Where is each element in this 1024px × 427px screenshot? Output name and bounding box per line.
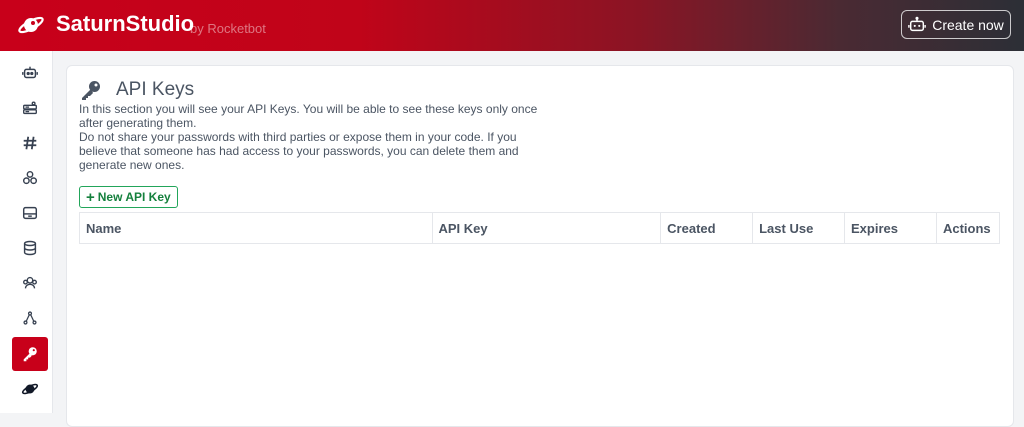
- column-header-api-key: API Key: [431, 212, 662, 244]
- create-now-label: Create now: [932, 16, 1004, 33]
- hashtag-icon: [23, 136, 37, 150]
- plus-icon: +: [86, 188, 95, 206]
- key-icon: [82, 81, 100, 100]
- column-header-expires: Expires: [844, 212, 937, 244]
- saturn-logo-icon: [18, 16, 44, 34]
- column-header-name: Name: [79, 212, 433, 244]
- app-brand: SaturnStudio: [56, 11, 195, 36]
- new-api-key-button[interactable]: + New API Key: [79, 186, 178, 208]
- top-bar: SaturnStudio by Rocketbot Create now: [0, 0, 1024, 51]
- page-description: In this section you will see your API Ke…: [79, 102, 549, 172]
- sidebar-item-cluster[interactable]: [12, 161, 48, 195]
- sidebar-item-saturn[interactable]: [12, 372, 48, 406]
- sidebar-item-channels[interactable]: [12, 126, 48, 160]
- sidebar: [0, 51, 53, 413]
- robot-icon: [22, 66, 38, 79]
- create-now-button[interactable]: Create now: [901, 10, 1011, 39]
- sidebar-item-inbox[interactable]: [12, 196, 48, 230]
- new-api-key-label: New API Key: [97, 190, 171, 204]
- server-icon: [23, 101, 37, 115]
- brand-subtitle: by Rocketbot: [190, 21, 266, 36]
- sidebar-item-database[interactable]: [12, 231, 48, 265]
- api-keys-panel: API Keys In this section you will see yo…: [66, 65, 1014, 427]
- column-header-actions: Actions: [935, 212, 1001, 244]
- database-icon: [23, 240, 37, 256]
- users-icon: [23, 276, 37, 289]
- sidebar-item-network[interactable]: [12, 301, 48, 335]
- network-icon: [23, 311, 37, 325]
- page-title: API Keys: [116, 79, 195, 100]
- table-header-row: Name API Key Created Last Use Expires Ac…: [79, 212, 1001, 244]
- sidebar-item-api-keys[interactable]: [12, 337, 48, 371]
- sidebar-item-servers[interactable]: [12, 91, 48, 125]
- column-header-created: Created: [660, 212, 754, 244]
- sidebar-item-bots[interactable]: [12, 56, 48, 90]
- sidebar-item-users[interactable]: [12, 266, 48, 300]
- api-keys-table: Name API Key Created Last Use Expires Ac…: [79, 212, 1001, 244]
- robot-icon: [908, 16, 927, 31]
- key-icon: [23, 347, 37, 362]
- description-paragraph: In this section you will see your API Ke…: [79, 102, 538, 130]
- column-header-last-use: Last Use: [752, 212, 846, 244]
- cluster-icon: [22, 170, 38, 185]
- inbox-icon: [22, 206, 38, 220]
- saturn-icon: [21, 383, 39, 395]
- description-paragraph: Do not share your passwords with third p…: [79, 130, 519, 172]
